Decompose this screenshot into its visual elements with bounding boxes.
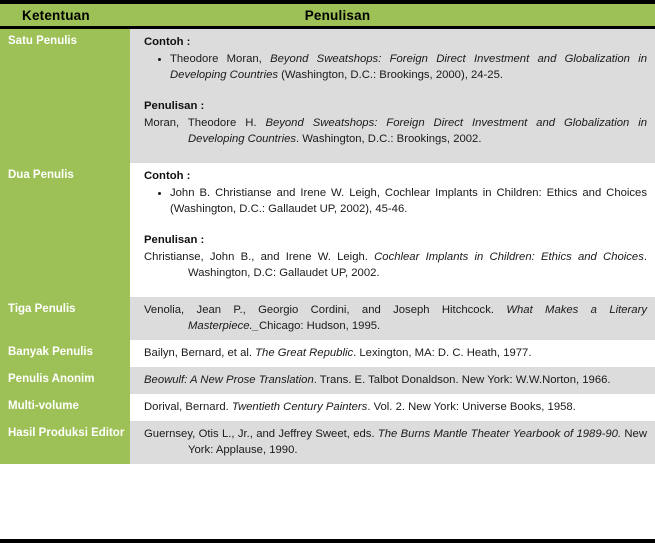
bibliography-reference-table: Ketentuan Penulisan Satu Penulis Contoh :… xyxy=(0,0,655,543)
citation-title: Cochlear Implants in Children: Ethics an… xyxy=(374,250,644,263)
table-row: Hasil Produksi Editor Guernsey, Otis L., … xyxy=(0,420,655,464)
table-row: Satu Penulis Contoh : Theodore Moran, Beyo… xyxy=(0,29,655,163)
row-content: Guernsey, Otis L., Jr., and Jeffrey Swee… xyxy=(130,420,655,464)
citation-publication: . Trans. E. Talbot Donaldson. New York: … xyxy=(313,373,611,386)
row-label-tiga-penulis: Tiga Penulis xyxy=(0,296,130,340)
table-row: Multi-volume Dorival, Bernard. Twentieth … xyxy=(0,393,655,421)
contoh-label: Contoh : xyxy=(144,36,191,48)
citation-author: Dorival, Bernard. xyxy=(144,400,232,413)
citation-author: Christianse, John B., and Irene W. Leigh… xyxy=(144,250,375,263)
row-label-penulis-anonim: Penulis Anonim xyxy=(0,366,130,394)
list-item: Theodore Moran, Beyond Sweatshops: Forei… xyxy=(170,51,647,84)
row-label-dua-penulis: Dua Penulis xyxy=(0,162,130,297)
citation-author: Theodore Moran, xyxy=(170,53,271,66)
citation-title: The Burns Mantle Theater Yearbook of 198… xyxy=(377,427,622,440)
citation-author: Moran, Theodore H. xyxy=(144,116,266,129)
citation-author: Guernsey, Otis L., Jr., and Jeffrey Swee… xyxy=(144,427,378,440)
row-label-banyak-penulis: Banyak Penulis xyxy=(0,339,130,367)
table-row: Tiga Penulis Venolia, Jean P., Georgio Co… xyxy=(0,296,655,340)
citation-text: Dorival, Bernard. Twentieth Century Pain… xyxy=(144,399,647,415)
row-label-hasil-produksi-editor: Hasil Produksi Editor xyxy=(0,420,130,464)
citation-publication: . Washington, D.C.: Brookings, 2002. xyxy=(296,132,482,145)
table-body: Satu Penulis Contoh : Theodore Moran, Beyo… xyxy=(0,29,655,464)
list-item: John B. Christianse and Irene W. Leigh, … xyxy=(170,185,647,218)
row-content: Dorival, Bernard. Twentieth Century Pain… xyxy=(130,393,655,421)
row-content: Beowulf: A New Prose Translation. Trans.… xyxy=(130,366,655,394)
table-row: Banyak Penulis Bailyn, Bernard, et al. Th… xyxy=(0,339,655,367)
citation-publication: Chicago: Hudson, 1995. xyxy=(258,319,381,332)
column-header-penulisan: Penulisan xyxy=(304,7,371,23)
citation-title: Beowulf: A New Prose Translation xyxy=(144,373,314,386)
citation-text: Beowulf: A New Prose Translation. Trans.… xyxy=(144,372,647,388)
example-list: John B. Christianse and Irene W. Leigh, … xyxy=(144,185,647,218)
column-header-ketentuan: Ketentuan xyxy=(22,7,90,23)
citation-author: Bailyn, Bernard, et al. xyxy=(144,346,256,359)
table-row: Penulis Anonim Beowulf: A New Prose Trans… xyxy=(0,366,655,394)
citation-author: John B. Christianse and Irene W. Leigh, … xyxy=(170,186,647,216)
citation-publication: . Vol. 2. New York: Universe Books, 1958… xyxy=(367,400,576,413)
row-content: Contoh : John B. Christianse and Irene W.… xyxy=(130,162,655,297)
table-row: Dua Penulis Contoh : John B. Christianse a… xyxy=(0,162,655,297)
citation-title: The Great Republic xyxy=(255,346,354,359)
contoh-label: Contoh : xyxy=(144,169,191,182)
citation-text: Bailyn, Bernard, et al. The Great Republ… xyxy=(144,345,647,361)
citation-publication: (Washington, D.C.: Brookings, 2000), 24-… xyxy=(278,69,504,82)
row-label-satu-penulis: Satu Penulis xyxy=(0,29,130,163)
citation-text: Christianse, John B., and Irene W. Leigh… xyxy=(144,249,647,281)
citation-title: Twentieth Century Painters xyxy=(231,400,368,413)
citation-text: Venolia, Jean P., Georgio Cordini, and J… xyxy=(144,302,647,334)
example-list: Theodore Moran, Beyond Sweatshops: Forei… xyxy=(144,51,647,84)
row-content: Venolia, Jean P., Georgio Cordini, and J… xyxy=(130,296,655,340)
citation-text: Moran, Theodore H. Beyond Sweatshops: Fo… xyxy=(144,115,647,147)
row-label-multi-volume: Multi-volume xyxy=(0,393,130,421)
row-content: Contoh : Theodore Moran, Beyond Sweatshop… xyxy=(130,29,655,163)
penulisan-label: Penulisan : xyxy=(144,233,205,246)
citation-publication: . Lexington, MA: D. C. Heath, 1977. xyxy=(353,346,532,359)
citation-author: Venolia, Jean P., Georgio Cordini, and J… xyxy=(144,303,507,316)
row-content: Bailyn, Bernard, et al. The Great Republ… xyxy=(130,339,655,367)
penulisan-label: Penulisan : xyxy=(144,99,205,112)
citation-text: Guernsey, Otis L., Jr., and Jeffrey Swee… xyxy=(144,426,647,458)
table-header-row: Ketentuan Penulisan xyxy=(0,4,655,29)
